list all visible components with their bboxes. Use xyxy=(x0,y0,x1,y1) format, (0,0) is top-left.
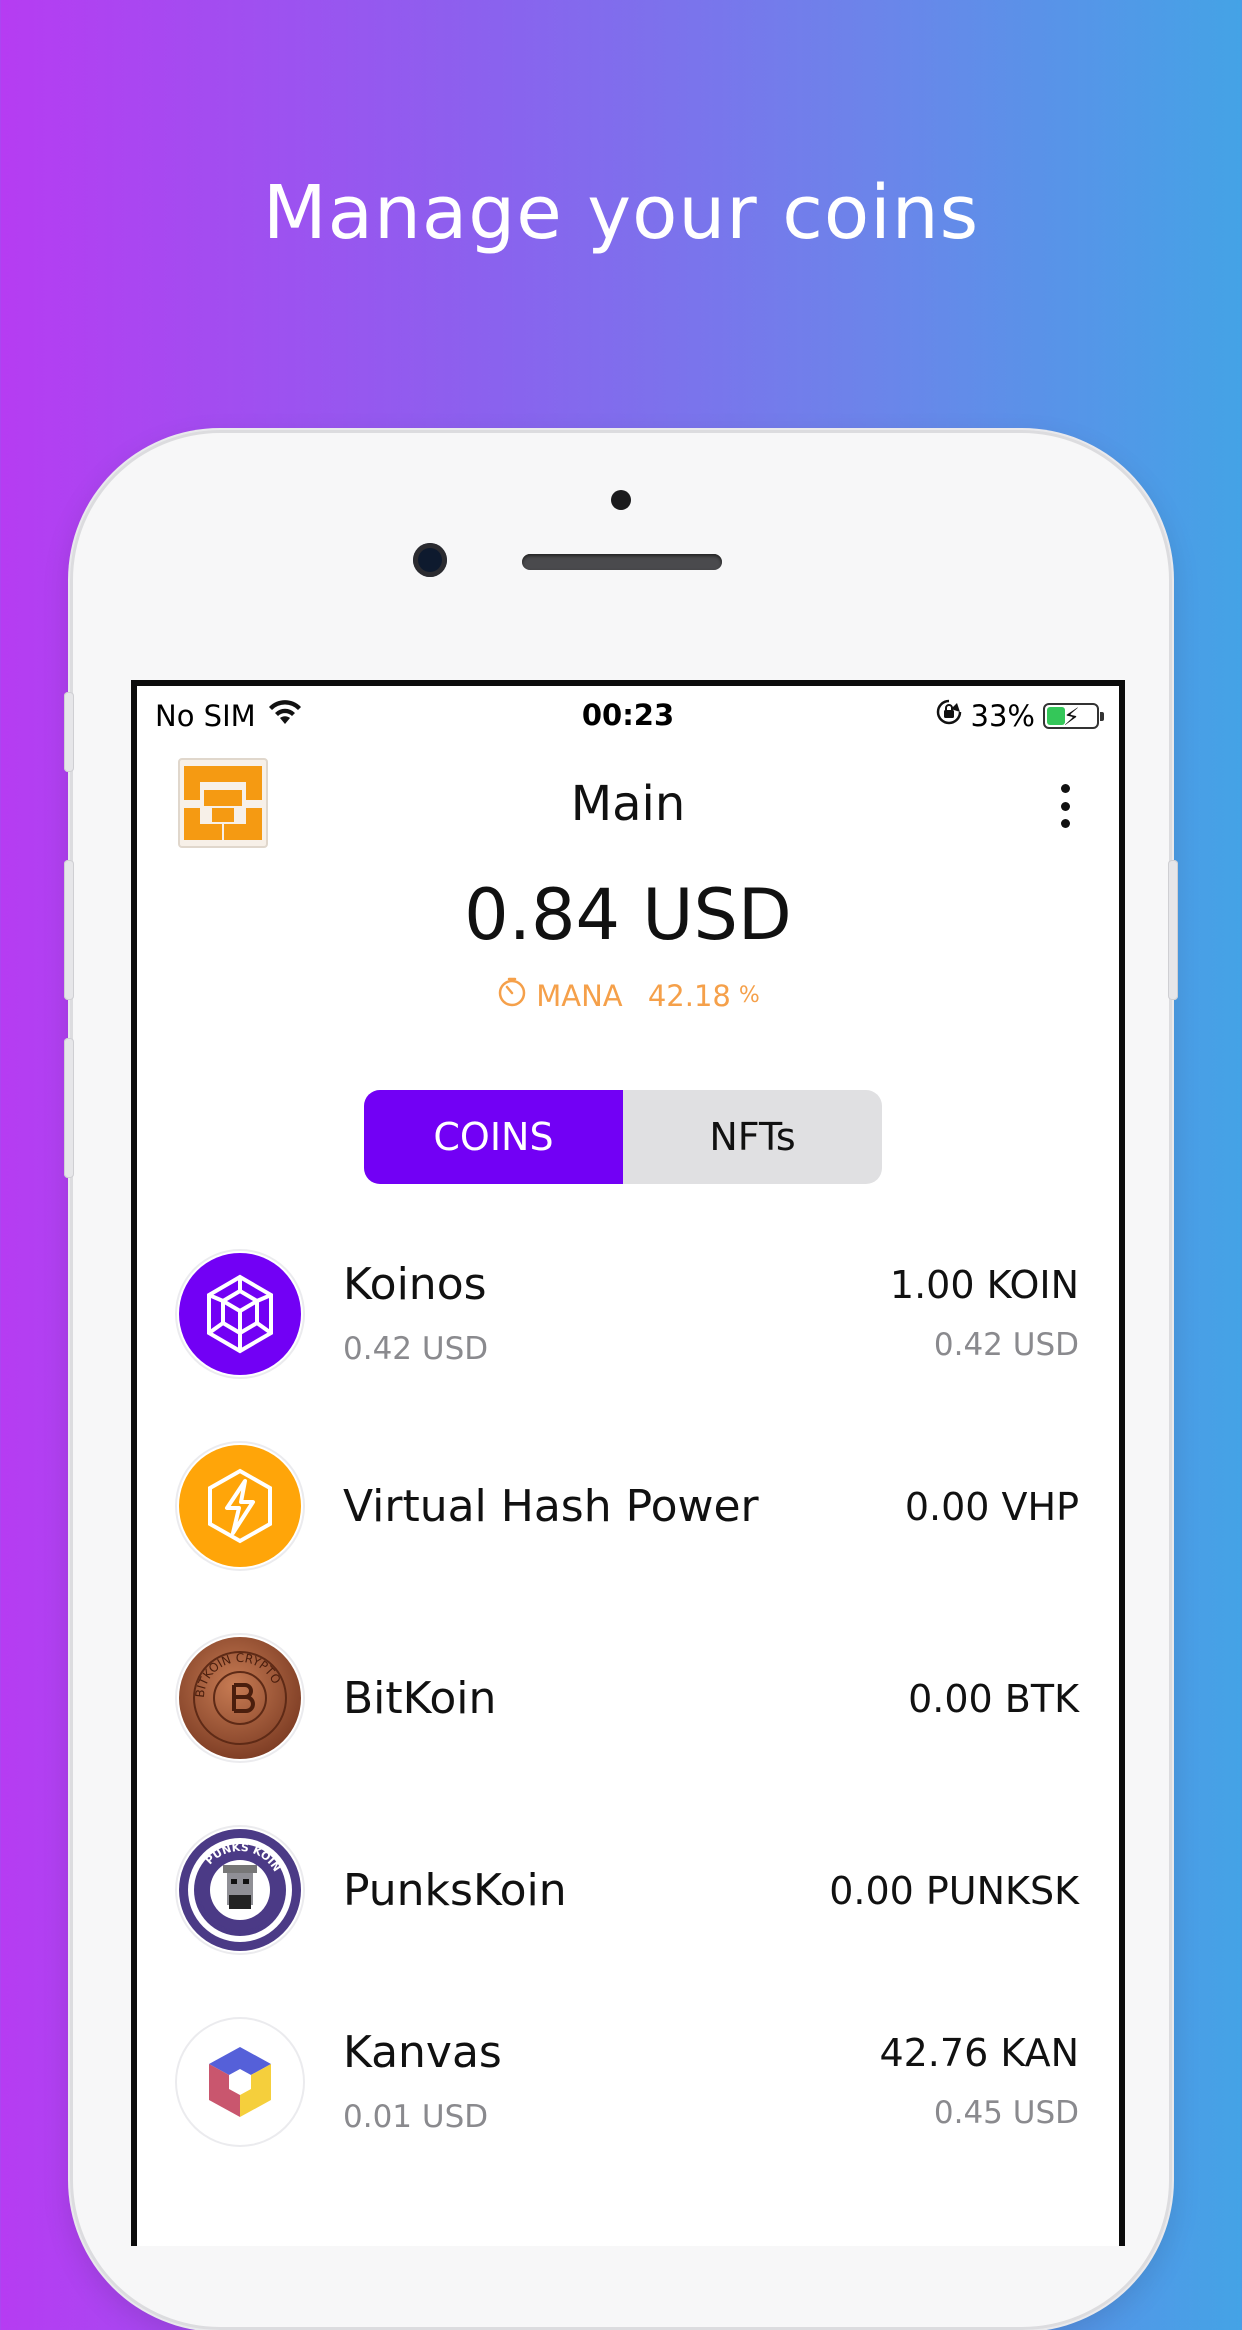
bitkoin-coin-icon: BITKOIN CRYPTO xyxy=(177,1635,303,1761)
coin-amount: 0.00 PUNKSK xyxy=(829,1869,1079,1913)
kanvas-hexagon-icon xyxy=(177,2019,303,2145)
mute-switch xyxy=(64,692,74,772)
tab-switcher: COINS NFTs xyxy=(364,1090,882,1184)
koinos-cube-icon xyxy=(177,1251,303,1377)
battery-percent: 33% xyxy=(970,698,1035,733)
coin-row-kanvas[interactable]: Kanvas 0.01 USD 42.76 KAN 0.45 USD xyxy=(137,2019,1119,2211)
page-title: Main xyxy=(570,776,686,832)
orientation-lock-icon xyxy=(935,698,963,733)
mana-label: MANA xyxy=(536,978,623,1013)
coin-amount: 42.76 KAN xyxy=(879,2031,1079,2075)
vhp-lightning-icon xyxy=(177,1443,303,1569)
mana-timer-icon xyxy=(496,976,528,1015)
more-options-icon[interactable] xyxy=(1055,784,1075,828)
coin-amount: 1.00 KOIN xyxy=(889,1263,1079,1307)
coin-row-koinos[interactable]: Koinos 0.42 USD 1.00 KOIN 0.42 USD xyxy=(137,1251,1119,1443)
status-bar: No SIM 00:23 33% ⚡ xyxy=(137,686,1119,738)
volume-up-button xyxy=(64,860,74,1000)
punkskoin-coin-icon: PUNKS KOIN OFFICIAL KOINOS PUNKS COIN xyxy=(177,1827,303,1953)
app-screen: No SIM 00:23 33% ⚡ Main 0.84 USD MANA 42… xyxy=(131,680,1125,2246)
coin-row-vhp[interactable]: Virtual Hash Power 0.00 VHP xyxy=(137,1443,1119,1635)
coin-amount-usd: 0.45 USD xyxy=(933,2095,1079,2131)
volume-down-button xyxy=(64,1038,74,1178)
coin-name: PunksKoin xyxy=(343,1865,567,1916)
mana-indicator: MANA 42.18 % xyxy=(137,976,1119,1015)
earpiece-speaker xyxy=(522,554,722,570)
app-bar: Main xyxy=(137,756,1119,856)
proximity-sensor xyxy=(611,490,631,510)
headline: Manage your coins xyxy=(262,170,980,256)
coin-name: Virtual Hash Power xyxy=(343,1481,759,1532)
mana-unit: % xyxy=(738,983,760,1008)
coin-name: Koinos xyxy=(343,1259,487,1310)
coin-row-punkskoin[interactable]: PUNKS KOIN OFFICIAL KOINOS PUNKS COIN Pu… xyxy=(137,1827,1119,2019)
tab-coins[interactable]: COINS xyxy=(364,1090,623,1184)
power-button xyxy=(1168,860,1178,1000)
coin-amount: 0.00 BTK xyxy=(908,1677,1079,1721)
coin-name: BitKoin xyxy=(343,1673,497,1724)
front-camera xyxy=(413,543,447,577)
mana-value: 42.18 xyxy=(647,978,731,1013)
coin-name: Kanvas xyxy=(343,2027,502,2078)
battery-charging-icon: ⚡ xyxy=(1043,702,1104,731)
coin-row-bitkoin[interactable]: BITKOIN CRYPTO BitKoin 0.00 BTK xyxy=(137,1635,1119,1827)
coin-usd-value: 0.42 USD xyxy=(343,1331,489,1367)
coin-amount: 0.00 VHP xyxy=(904,1485,1079,1529)
coin-usd-value: 0.01 USD xyxy=(343,2099,489,2135)
coin-list: Koinos 0.42 USD 1.00 KOIN 0.42 USD Virtu… xyxy=(137,1251,1119,2211)
total-balance: 0.84 USD xyxy=(464,874,792,956)
tab-nfts[interactable]: NFTs xyxy=(623,1090,882,1184)
coin-amount-usd: 0.42 USD xyxy=(933,1327,1079,1363)
